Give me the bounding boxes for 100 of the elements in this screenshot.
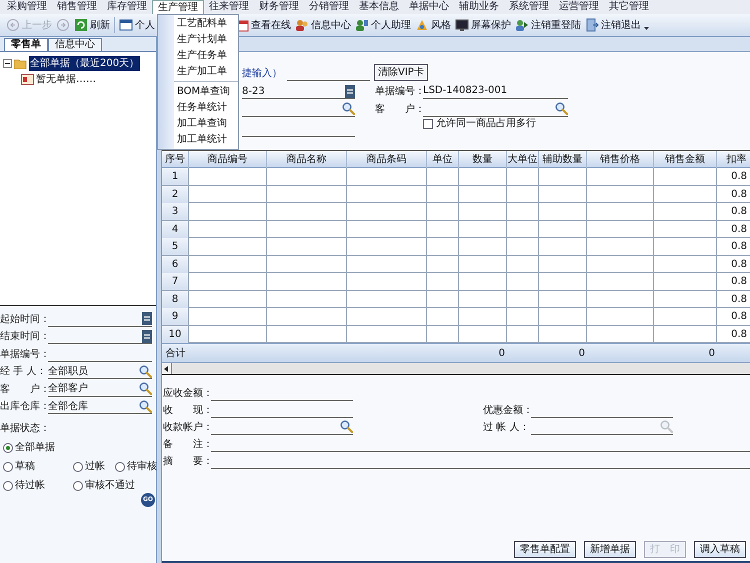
field-label: 优惠金额： [483,404,531,418]
menu-item[interactable]: 往来管理 [204,0,254,14]
filter-field[interactable]: 全部职员 [48,364,152,379]
dropdown-icon[interactable] [345,85,355,98]
menu-item[interactable]: 基本信息 [354,0,404,14]
door-icon [585,18,599,32]
tab[interactable]: 信息中心 [48,38,102,51]
input-field[interactable] [531,420,673,435]
action-button[interactable]: 新增单据 [584,541,636,558]
table-cell-text: 0 [498,347,506,361]
row-number: 1 [162,168,189,185]
horizontal-scrollbar[interactable] [162,363,750,375]
action-button[interactable]: 零售单配置 [514,541,576,558]
filter-label: 起始时间： [0,312,48,326]
menu-item[interactable]: 单据中心 [404,0,454,14]
search-icon[interactable] [555,102,568,115]
clear-vip-button[interactable]: 清除VIP卡 [374,64,428,81]
row-number: 7 [162,273,189,290]
filter-label: 经 手 人： [0,364,48,379]
filter-field[interactable] [48,329,152,344]
menu-item[interactable]: 生产计划单 [174,32,238,48]
search-icon[interactable] [139,364,152,378]
row-number: 10 [162,326,189,342]
hint-text: 捷输入） [242,66,283,81]
menu-item[interactable]: 生产管理 [152,0,204,14]
field-label: 收款帐户： [163,420,211,435]
filter-field[interactable]: 全部客户 [48,382,152,396]
toolbar-button[interactable]: 个人助理 [353,18,413,32]
toolbar-button[interactable]: 注销重登陆 [513,18,583,32]
toolbar-button[interactable]: 信息中心 [293,18,353,32]
menu-item[interactable]: 工艺配料单 [174,16,238,32]
menu-item[interactable]: 运营管理 [554,0,604,14]
status-radio[interactable]: 待过帐 [3,478,73,493]
menu-item[interactable]: 其它管理 [604,0,654,14]
dropdown-icon[interactable] [142,330,152,342]
allow-multiline-checkbox[interactable]: 允许同一商品占用多行 [423,116,536,131]
status-label: 单据状态： [0,422,51,436]
customer-label: 客 户： [375,102,423,117]
search-icon[interactable] [340,420,353,433]
menu-item[interactable]: 库存管理 [102,0,152,14]
filter-label: 客 户： [0,384,48,396]
search-icon[interactable] [139,400,152,412]
filter-label: 单据编号： [0,348,48,362]
table-cell-text: 0.8 [730,310,748,324]
status-radio[interactable]: 审核不通过 [73,478,159,493]
field-label: 备 注： [163,438,211,452]
status-radio[interactable]: 待审核 [115,459,159,474]
monitor-icon [455,18,469,32]
customer-field[interactable] [423,102,568,117]
document-icon [21,74,34,85]
field-label: 应收金额： [163,386,211,401]
menu-item[interactable]: 任务单统计 [174,100,238,116]
toolbar-button[interactable]: 屏幕保护 [453,18,513,32]
toolbar-button[interactable]: 风格 [413,18,453,32]
filter-field[interactable] [48,312,152,326]
people-icon [355,18,369,32]
collapse-toggle[interactable] [3,59,12,68]
row-number: 5 [162,238,189,255]
menu-item[interactable]: 加工单查询 [174,116,238,132]
filter-label: 结束时间： [0,330,48,344]
tree-item[interactable]: 全部单据（最近200天） [29,56,140,71]
toolbar-button[interactable]: 刷新 [72,18,112,32]
menu-item[interactable]: 销售管理 [52,0,102,14]
row-number: 3 [162,203,189,220]
menu-item[interactable]: 系统管理 [504,0,554,14]
scroll-left-icon[interactable] [164,366,169,372]
filter-field[interactable]: 全部仓库 [48,399,152,414]
menu-item[interactable]: 生产加工单 [174,64,238,80]
doc-number-label: 单据编号： [375,84,423,99]
table-cell-text: 0.8 [730,222,748,236]
menu-item[interactable]: 采购管理 [2,0,52,14]
lookup-field[interactable] [242,102,355,117]
menu-item[interactable]: 加工单统计 [174,132,238,148]
tab[interactable]: 零售单 [4,38,48,51]
totals-label: 合计 [164,346,186,361]
status-radio[interactable]: 过帐 [73,459,115,474]
table-cell-text: 0.8 [730,240,748,254]
table-cell-text: 0.8 [730,205,748,219]
action-button[interactable]: 调入草稿 [694,541,746,558]
dropdown-icon[interactable] [142,312,152,325]
status-radio[interactable]: 草稿 [3,459,73,474]
tree-item[interactable]: 暂无单据…… [36,72,96,87]
search-icon[interactable] [342,102,355,115]
menu-item[interactable]: 辅助业务 [454,0,504,14]
menu-item[interactable]: 分销管理 [304,0,354,14]
input-field[interactable] [211,420,353,435]
toolbar-button[interactable]: 注销退出 [583,18,643,32]
menu-item[interactable]: 生产任务单 [174,48,238,64]
table-cell-text: 0.8 [730,292,748,306]
doc-number-field[interactable]: LSD-140823-001 [423,83,568,99]
row-number: 4 [162,220,189,238]
date-field[interactable]: 8-23 [242,85,355,99]
table-cell-text: 0.8 [730,328,748,342]
toolbar-button[interactable]: 个人 [117,18,157,32]
search-icon[interactable] [139,382,152,395]
menu-item[interactable]: BOM单查询 [174,84,238,100]
status-radio[interactable]: 全部单据 [3,440,73,455]
menu-item[interactable]: 财务管理 [254,0,304,14]
row-number: 6 [162,256,189,272]
row-number: 8 [162,290,189,308]
